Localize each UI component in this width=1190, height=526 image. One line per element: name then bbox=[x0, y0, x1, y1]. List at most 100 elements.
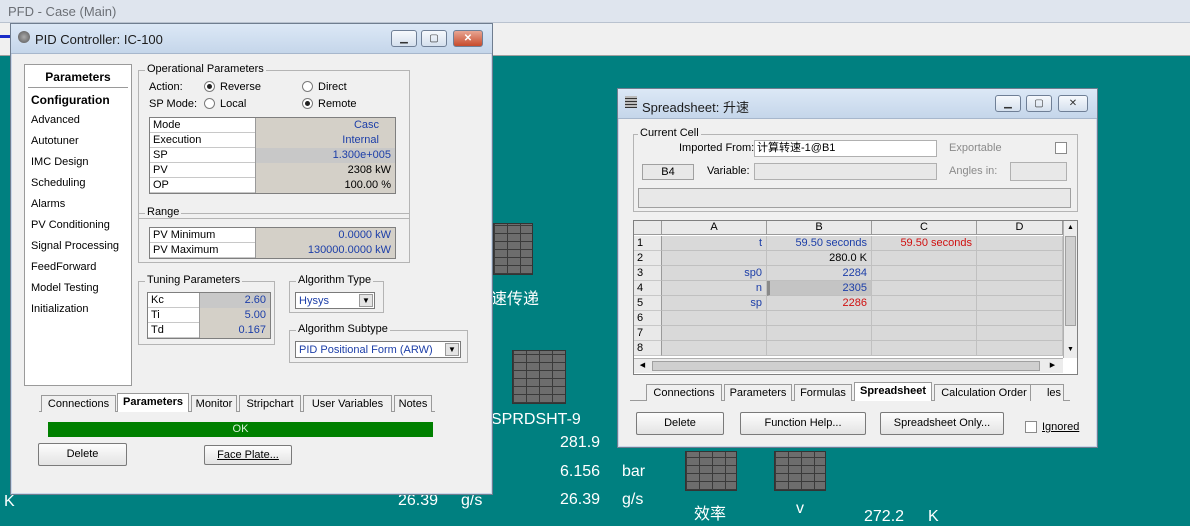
formula-bar[interactable] bbox=[638, 188, 1071, 208]
direct-radio-icon[interactable] bbox=[302, 81, 313, 92]
maximize-button[interactable]: ▢ bbox=[421, 30, 447, 47]
cell-a3[interactable]: sp0 bbox=[662, 266, 767, 281]
tuning-row-kc[interactable]: Kc 2.60 bbox=[148, 293, 270, 308]
sheet-titlebar[interactable]: Spreadsheet: 升速 ▁ ▢ ✕ bbox=[618, 89, 1097, 119]
col-header-b[interactable]: B bbox=[767, 221, 872, 235]
cell-c3[interactable] bbox=[872, 266, 977, 281]
variable-field[interactable] bbox=[754, 163, 937, 180]
cell-a4[interactable]: n bbox=[662, 281, 767, 296]
tab-user-variables[interactable]: User Variables bbox=[303, 395, 392, 412]
nav-alarms[interactable]: Alarms bbox=[31, 198, 65, 210]
col-header-d[interactable]: D bbox=[977, 221, 1063, 235]
range-row-pv-min[interactable]: PV Minimum 0.0000 kW bbox=[150, 228, 395, 243]
function-help-button[interactable]: Function Help... bbox=[740, 412, 866, 435]
cell-c1[interactable]: 59.50 seconds bbox=[872, 236, 977, 251]
nav-scheduling[interactable]: Scheduling bbox=[31, 177, 85, 189]
param-row-sp[interactable]: SP 1.300e+005 bbox=[150, 148, 395, 163]
cell-b5[interactable]: 2286 bbox=[767, 296, 872, 311]
chevron-down-icon[interactable]: ▼ bbox=[359, 294, 373, 307]
tab-connections[interactable]: Connections bbox=[646, 384, 722, 401]
param-row-pv[interactable]: PV 2308 kW bbox=[150, 163, 395, 178]
pfd-label-v[interactable]: v bbox=[796, 500, 804, 518]
range-row-pv-max[interactable]: PV Maximum 130000.0000 kW bbox=[150, 243, 395, 258]
param-row-execution[interactable]: Execution Internal bbox=[150, 133, 395, 148]
tab-calculation-order[interactable]: Calculation Order bbox=[934, 384, 1034, 401]
nav-feedforward[interactable]: FeedForward bbox=[31, 261, 96, 273]
pfd-label-efficiency[interactable]: 效率 bbox=[694, 500, 726, 524]
remote-radio-icon[interactable] bbox=[302, 98, 313, 109]
ignored-label[interactable]: Ignored bbox=[1042, 421, 1079, 433]
row-header[interactable]: 4 bbox=[634, 281, 662, 296]
nav-autotuner[interactable]: Autotuner bbox=[31, 135, 79, 147]
range-value[interactable]: 0.0000 kW bbox=[256, 228, 395, 243]
efficiency-icon[interactable] bbox=[685, 451, 737, 491]
sheet-delete-button[interactable]: Delete bbox=[636, 412, 724, 435]
spmode-remote-radio[interactable]: Remote bbox=[302, 98, 357, 110]
algo-subtype-select[interactable]: PID Positional Form (ARW) ▼ bbox=[295, 341, 461, 358]
tuning-value[interactable]: 5.00 bbox=[200, 308, 270, 323]
sprdsht9-icon[interactable] bbox=[512, 350, 566, 404]
row-header[interactable]: 6 bbox=[634, 311, 662, 326]
reverse-radio-icon[interactable] bbox=[204, 81, 215, 92]
minimize-button[interactable]: ▁ bbox=[995, 95, 1021, 112]
scroll-thumb-horizontal[interactable] bbox=[652, 361, 1040, 371]
tab-variables-partial[interactable]: les bbox=[1030, 384, 1064, 401]
scroll-up-icon[interactable]: ▲ bbox=[1064, 221, 1077, 235]
cell-d8[interactable] bbox=[977, 341, 1063, 356]
close-button[interactable]: ✕ bbox=[1058, 95, 1088, 112]
cell-c4[interactable] bbox=[872, 281, 977, 296]
exportable-checkbox[interactable] bbox=[1055, 142, 1067, 154]
param-value[interactable]: Internal bbox=[256, 133, 395, 148]
cell-a8[interactable] bbox=[662, 341, 767, 356]
angles-select[interactable] bbox=[1010, 162, 1067, 181]
cell-a5[interactable]: sp bbox=[662, 296, 767, 311]
chevron-down-icon[interactable]: ▼ bbox=[445, 343, 459, 356]
pid-controller-window[interactable]: PID Controller: IC-100 ▁ ▢ ✕ Parameters … bbox=[10, 23, 493, 495]
spreadsheet-window[interactable]: Spreadsheet: 升速 ▁ ▢ ✕ Current Cell Impor… bbox=[617, 88, 1098, 448]
cell-d7[interactable] bbox=[977, 326, 1063, 341]
cell-d5[interactable] bbox=[977, 296, 1063, 311]
cell-d2[interactable] bbox=[977, 251, 1063, 266]
cell-c2[interactable] bbox=[872, 251, 977, 266]
nav-advanced[interactable]: Advanced bbox=[31, 114, 80, 126]
tab-parameters[interactable]: Parameters bbox=[117, 393, 189, 412]
pfd-label-speed-transfer[interactable]: 速传递 bbox=[491, 285, 539, 309]
cell-d3[interactable] bbox=[977, 266, 1063, 281]
vertical-scrollbar[interactable]: ▲ ▼ bbox=[1063, 221, 1077, 358]
col-header-a[interactable]: A bbox=[662, 221, 767, 235]
face-plate-button[interactable]: Face Plate... bbox=[204, 445, 292, 465]
cell-c6[interactable] bbox=[872, 311, 977, 326]
minimize-button[interactable]: ▁ bbox=[391, 30, 417, 47]
nav-pv-conditioning[interactable]: PV Conditioning bbox=[31, 219, 110, 231]
tuning-row-ti[interactable]: Ti 5.00 bbox=[148, 308, 270, 323]
local-radio-icon[interactable] bbox=[204, 98, 215, 109]
cell-b6[interactable] bbox=[767, 311, 872, 326]
cell-d6[interactable] bbox=[977, 311, 1063, 326]
cell-b3[interactable]: 2284 bbox=[767, 266, 872, 281]
col-header-c[interactable]: C bbox=[872, 221, 977, 235]
ignored-checkbox[interactable] bbox=[1025, 421, 1037, 433]
tab-parameters[interactable]: Parameters bbox=[724, 384, 792, 401]
pid-titlebar[interactable]: PID Controller: IC-100 ▁ ▢ ✕ bbox=[11, 24, 492, 54]
nav-initialization[interactable]: Initialization bbox=[31, 303, 88, 315]
row-header[interactable]: 1 bbox=[634, 236, 662, 251]
nav-signal-processing[interactable]: Signal Processing bbox=[31, 240, 119, 252]
cell-c7[interactable] bbox=[872, 326, 977, 341]
range-value[interactable]: 130000.0000 kW bbox=[256, 243, 395, 258]
action-reverse-radio[interactable]: Reverse bbox=[204, 81, 261, 93]
scroll-thumb-vertical[interactable] bbox=[1065, 236, 1076, 326]
nav-configuration[interactable]: Configuration bbox=[31, 93, 110, 107]
horizontal-scrollbar[interactable]: ◀ ▶ bbox=[634, 358, 1063, 373]
tab-formulas[interactable]: Formulas bbox=[794, 384, 852, 401]
action-direct-radio[interactable]: Direct bbox=[302, 81, 347, 93]
imported-from-field[interactable]: 计算转速-1@B1 bbox=[754, 140, 937, 157]
v-icon[interactable] bbox=[774, 451, 826, 491]
cell-b1[interactable]: 59.50 seconds bbox=[767, 236, 872, 251]
param-value[interactable]: 1.300e+005 bbox=[256, 148, 395, 163]
cell-b4[interactable]: 2305 bbox=[767, 281, 872, 296]
tab-stripchart[interactable]: Stripchart bbox=[239, 395, 301, 412]
tuning-value[interactable]: 2.60 bbox=[200, 293, 270, 308]
spreadsheet-grid[interactable]: A B C D 1 t 59.50 seconds 59.50 seconds … bbox=[633, 220, 1078, 375]
tab-notes[interactable]: Notes bbox=[394, 395, 432, 412]
tab-spreadsheet[interactable]: Spreadsheet bbox=[854, 382, 932, 401]
